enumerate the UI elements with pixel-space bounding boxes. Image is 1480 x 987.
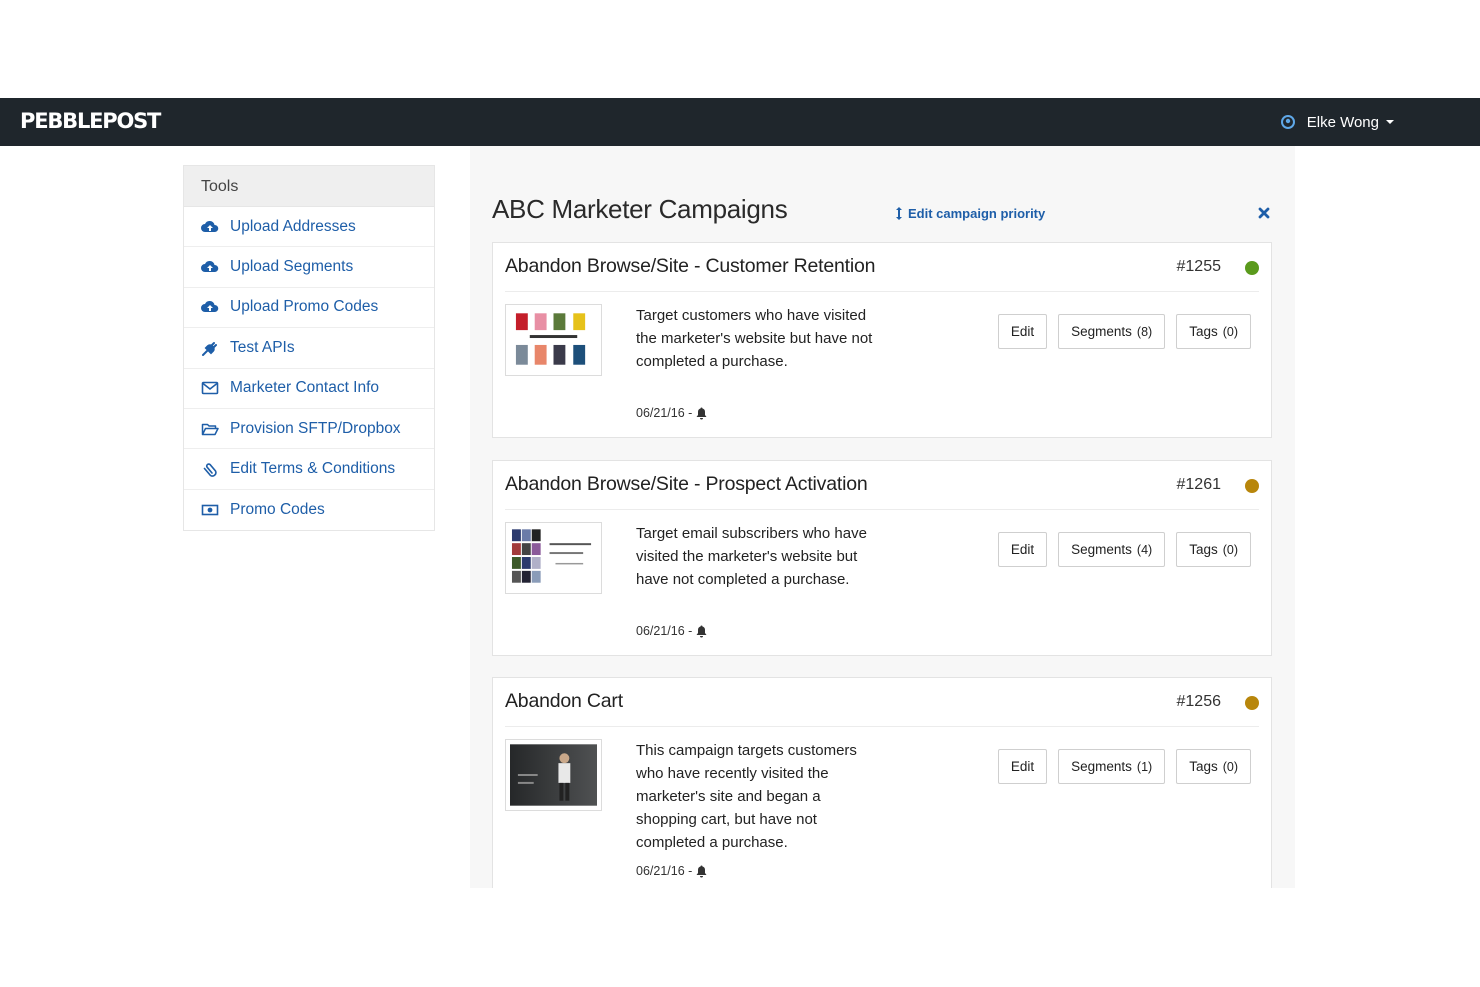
campaign-date: 06/21/16 - [636,406,693,420]
envelope-icon [201,381,219,395]
campaign-id: #1256 [1176,693,1222,710]
campaign-id: #1255 [1176,258,1222,275]
user-circle-icon [1280,115,1295,129]
sidebar-item-upload-addresses[interactable]: Upload Addresses [184,207,434,248]
money-icon [201,504,219,516]
edit-button[interactable]: Edit [997,314,1048,349]
status-indicator [1245,479,1259,493]
sidebar-item-label: Upload Promo Codes [230,298,379,316]
close-icon[interactable] [1257,206,1271,220]
campaign-meta: 06/21/16 - [636,406,707,420]
bell-icon [696,625,707,637]
sidebar-item-label: Edit Terms & Conditions [230,460,396,478]
chevron-down-icon [1386,120,1394,124]
campaign-card: Abandon Cart #1256 This campaign targets… [492,677,1272,888]
campaign-card: Abandon Browse/Site - Customer Retention… [492,242,1272,438]
folder-open-icon [201,423,219,435]
tags-button[interactable]: Tags (0) [1176,314,1251,349]
campaign-title[interactable]: Abandon Browse/Site - Prospect Activatio… [505,473,868,496]
sidebar-item-label: Promo Codes [230,500,325,518]
user-name: Elke Wong [1306,113,1379,131]
edit-campaign-priority-link[interactable]: Edit campaign priority [896,206,1045,221]
sidebar-item-label: Provision SFTP/Dropbox [230,419,401,437]
campaign-actions: Edit Segments (8) Tags (0) [987,314,1251,349]
sort-vertical-icon [896,207,902,220]
sidebar-item-label: Upload Addresses [230,217,356,235]
paperclip-icon [203,463,217,477]
edit-button[interactable]: Edit [997,749,1048,784]
campaign-meta: 06/21/16 - [636,624,707,638]
status-indicator [1245,261,1259,275]
edit-button[interactable]: Edit [997,532,1048,567]
tools-sidebar: Tools Upload Addresses Upload Segments U… [183,165,435,532]
sidebar-item-upload-segments[interactable]: Upload Segments [184,247,434,288]
campaign-date: 06/21/16 - [636,864,693,878]
campaign-actions: Edit Segments (1) Tags (0) [987,749,1251,784]
campaign-card-header: Abandon Browse/Site - Customer Retention… [505,243,1259,292]
edit-campaign-priority-label: Edit campaign priority [908,206,1046,221]
page-title: ABC Marketer Campaigns [492,194,788,224]
campaign-actions: Edit Segments (4) Tags (0) [987,532,1251,567]
campaign-description: Target customers who have visited the ma… [636,307,873,370]
bell-icon [696,407,707,419]
campaign-title[interactable]: Abandon Browse/Site - Customer Retention [505,255,875,278]
campaigns-panel: ABC Marketer Campaigns Edit campaign pri… [470,146,1295,888]
sidebar-item-promo-codes[interactable]: Promo Codes [184,490,434,530]
campaign-meta: 06/21/16 - [636,864,707,878]
brand-logo[interactable]: PEBBLEPOST [20,106,161,136]
sidebar-header: Tools [184,166,434,207]
cloud-upload-icon [201,261,219,273]
sidebar-item-label: Marketer Contact Info [230,379,380,397]
tags-button[interactable]: Tags (0) [1176,532,1251,567]
campaign-description: This campaign targets customers who have… [636,742,857,851]
sidebar-item-label: Upload Segments [230,258,354,276]
campaign-title[interactable]: Abandon Cart [505,690,623,713]
cloud-upload-icon [201,301,219,313]
sidebar-item-edit-terms-conditions[interactable]: Edit Terms & Conditions [184,449,434,490]
sidebar-item-provision-sftp-dropbox[interactable]: Provision SFTP/Dropbox [184,409,434,450]
bell-icon [696,865,707,877]
campaign-id: #1261 [1176,476,1222,493]
person-photo-image [510,744,597,806]
segments-button[interactable]: Segments (4) [1058,532,1166,567]
plug-icon [202,341,217,356]
fashion-grid-image [511,529,592,583]
sidebar-item-upload-promo-codes[interactable]: Upload Promo Codes [184,288,434,329]
segments-button[interactable]: Segments (1) [1058,749,1166,784]
status-indicator [1245,696,1259,710]
campaign-card-header: Abandon Cart #1256 [505,678,1259,727]
tags-button[interactable]: Tags (0) [1176,749,1251,784]
clothing-collage-image [515,313,586,365]
campaign-thumbnail [505,304,602,376]
campaign-card-header: Abandon Browse/Site - Prospect Activatio… [505,461,1259,510]
user-menu[interactable]: Elke Wong [1280,98,1394,146]
campaign-thumbnail [505,739,602,811]
campaign-card: Abandon Browse/Site - Prospect Activatio… [492,460,1272,656]
sidebar-item-test-apis[interactable]: Test APIs [184,328,434,369]
campaign-thumbnail [505,522,602,594]
campaign-description: Target email subscribers who have visite… [636,525,867,588]
sidebar-item-label: Test APIs [230,338,295,356]
campaign-date: 06/21/16 - [636,624,693,638]
sidebar-item-marketer-contact-info[interactable]: Marketer Contact Info [184,369,434,409]
cloud-upload-icon [201,220,219,232]
top-navbar: PEBBLEPOST Elke Wong [0,98,1480,146]
segments-button[interactable]: Segments (8) [1058,314,1166,349]
